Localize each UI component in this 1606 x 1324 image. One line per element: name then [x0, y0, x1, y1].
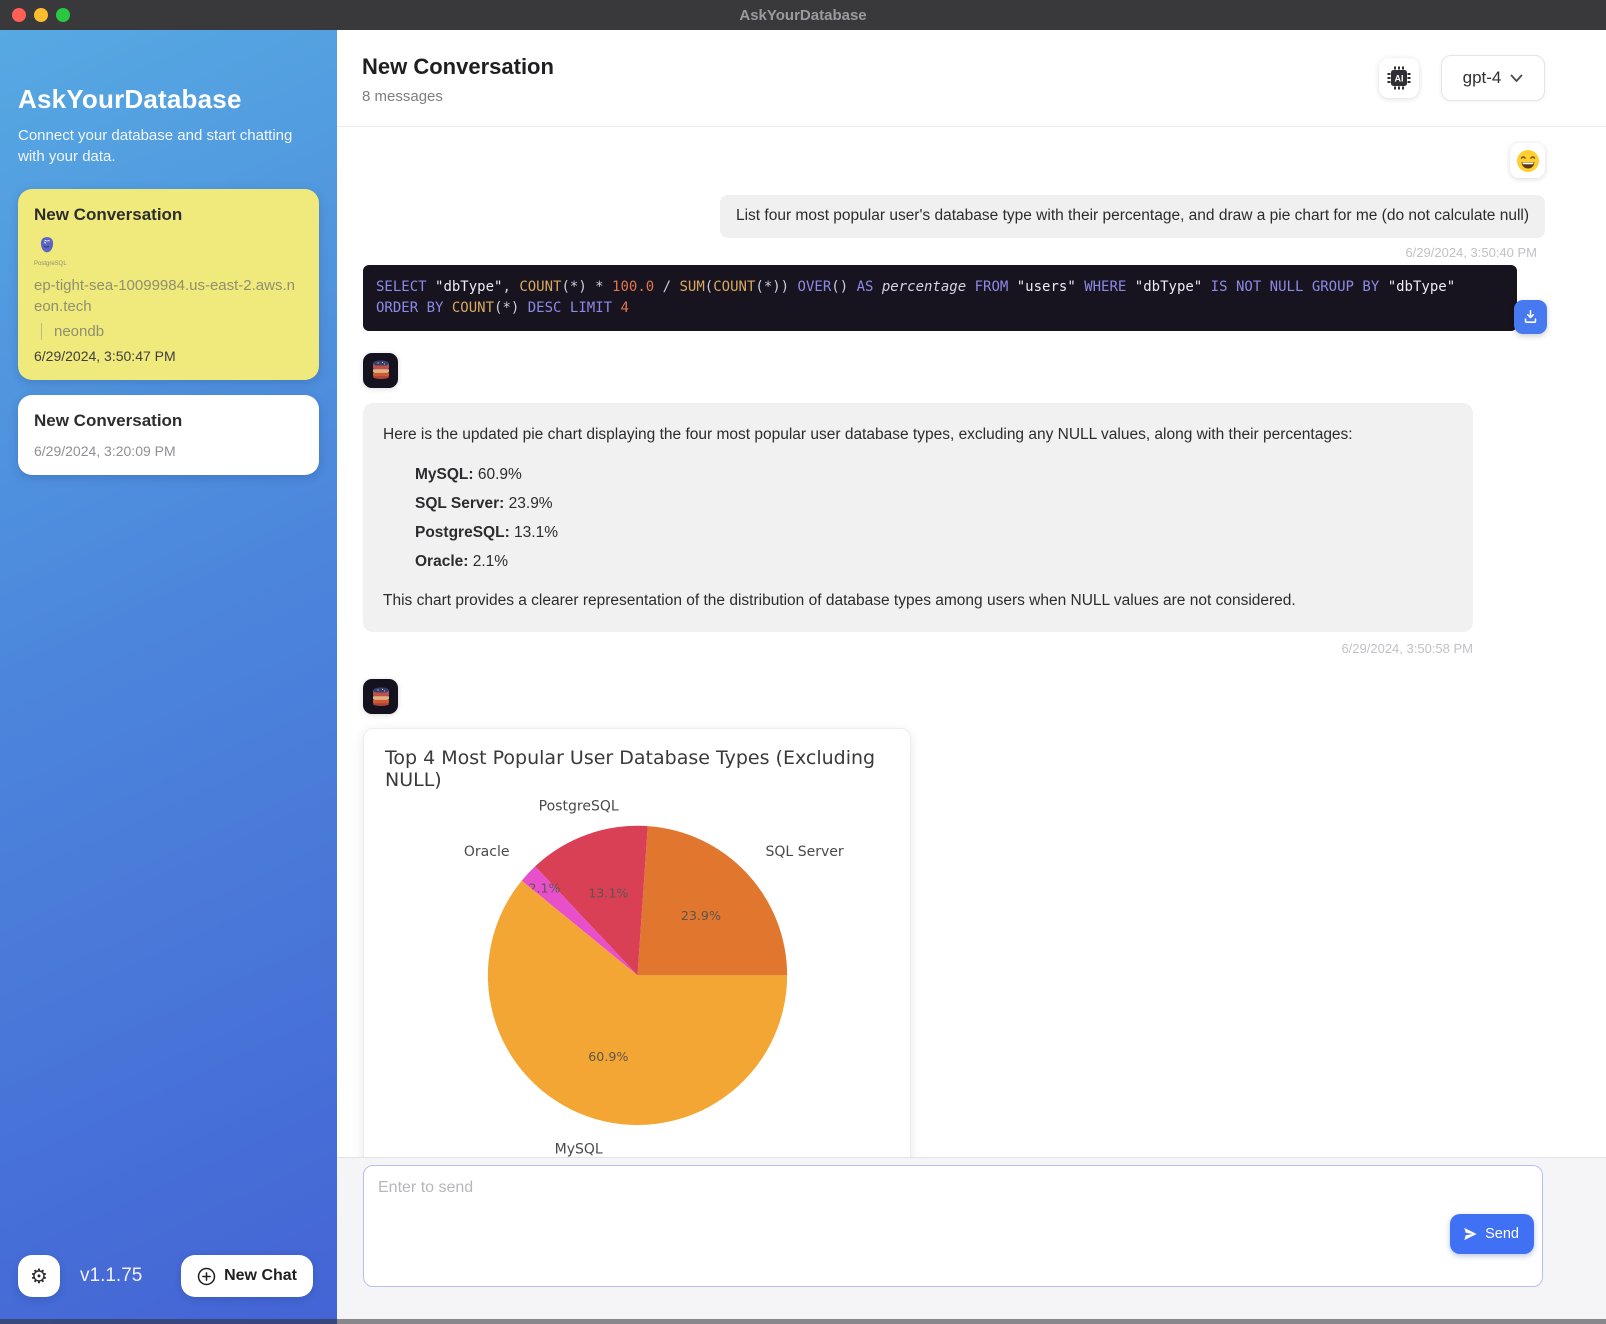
gear-icon: ⚙ [30, 1264, 48, 1289]
new-chat-label: New Chat [224, 1267, 297, 1285]
send-button[interactable]: Send [1450, 1214, 1534, 1254]
conversation-title: New Conversation [34, 411, 303, 431]
pie-chart-card: Top 4 Most Popular User Database Types (… [363, 728, 911, 1157]
message-list[interactable]: List four most popular user's database t… [337, 127, 1606, 1157]
main-panel: New Conversation 8 messages AI [337, 30, 1606, 1324]
assistant-avatar [363, 353, 398, 388]
send-button-label: Send [1485, 1226, 1519, 1242]
assistant-message-bubble: Here is the updated pie chart displaying… [363, 403, 1473, 632]
close-window-button[interactable] [12, 8, 26, 22]
conversation-header-title: New Conversation [362, 54, 554, 80]
settings-button[interactable]: ⚙ [18, 1255, 60, 1297]
minimize-window-button[interactable] [34, 8, 48, 22]
window-title: AskYourDatabase [739, 7, 866, 24]
svg-text:PostgreSQL: PostgreSQL [539, 799, 619, 815]
conversation-title: New Conversation [34, 205, 303, 225]
database-name: neondb [41, 323, 303, 340]
database-stack-icon [369, 685, 393, 709]
user-avatar [1510, 143, 1545, 178]
download-icon [1522, 308, 1539, 325]
sql-message: SELECT "dbType", COUNT(*) * 100.0 / SUM(… [363, 265, 1517, 331]
plus-circle-icon [197, 1267, 216, 1286]
zoom-window-button[interactable] [56, 8, 70, 22]
conversation-timestamp: 6/29/2024, 3:20:09 PM [34, 443, 303, 459]
svg-text:60.9%: 60.9% [588, 1049, 628, 1064]
assistant-avatar [363, 679, 398, 714]
postgresql-icon-caption: PostgreSQL [34, 261, 60, 267]
list-item: Oracle: 2.1% [415, 547, 1453, 576]
assistant-message-intro: Here is the updated pie chart displaying… [383, 424, 1453, 446]
conversation-card-active[interactable]: New Conversation PostgreSQL ep-tight-sea… [18, 189, 319, 380]
list-item: MySQL: 60.9% [415, 460, 1453, 489]
pie-chart-svg: 23.9%SQL Server13.1%PostgreSQL2.1%Oracle… [385, 793, 890, 1157]
user-message-timestamp: 6/29/2024, 3:50:40 PM [1405, 245, 1537, 260]
composer-box: Send [363, 1165, 1543, 1287]
paper-plane-icon [1462, 1226, 1478, 1242]
app-subtitle: Connect your database and start chatting… [18, 125, 298, 167]
postgresql-icon: PostgreSQL [34, 235, 60, 267]
app-window: AskYourDatabase AskYourDatabase Connect … [0, 0, 1606, 1324]
conversation-timestamp: 6/29/2024, 3:50:47 PM [34, 348, 303, 364]
ai-chip-icon: AI [1386, 65, 1412, 91]
assistant-chart-message: Top 4 Most Popular User Database Types (… [363, 728, 911, 1157]
list-item: PostgreSQL: 13.1% [415, 518, 1453, 547]
user-message-bubble: List four most popular user's database t… [720, 195, 1545, 238]
connection-host: ep-tight-sea-10099984.us-east-2.aws.neon… [34, 275, 299, 317]
svg-text:AI: AI [1395, 74, 1404, 84]
app-version: v1.1.75 [80, 1265, 142, 1287]
list-item: SQL Server: 23.9% [415, 489, 1453, 518]
app-title: AskYourDatabase [18, 84, 319, 115]
database-percentages-list: MySQL: 60.9% SQL Server: 23.9% PostgreSQ… [415, 460, 1453, 576]
conversation-card[interactable]: New Conversation 6/29/2024, 3:20:09 PM [18, 395, 319, 475]
message-input[interactable] [364, 1166, 1542, 1286]
assistant-message: Here is the updated pie chart displaying… [363, 403, 1473, 656]
window-bottom-edge [0, 1319, 1606, 1324]
svg-text:MySQL: MySQL [555, 1142, 603, 1157]
smiley-emoji-icon [1516, 149, 1540, 173]
assistant-message-timestamp: 6/29/2024, 3:50:58 PM [1341, 641, 1473, 656]
sidebar: AskYourDatabase Connect your database an… [0, 30, 337, 1324]
titlebar: AskYourDatabase [0, 0, 1606, 30]
svg-text:SQL Server: SQL Server [766, 844, 844, 860]
download-button[interactable] [1514, 300, 1547, 334]
window-controls [12, 8, 70, 22]
conversation-header: New Conversation 8 messages AI [337, 30, 1606, 127]
user-message-text: List four most popular user's database t… [736, 207, 1529, 224]
svg-text:23.9%: 23.9% [681, 908, 721, 923]
svg-text:13.1%: 13.1% [588, 886, 628, 901]
sidebar-bottom-bar: ⚙ v1.1.75 New Chat [18, 1255, 313, 1297]
new-chat-button[interactable]: New Chat [181, 1255, 313, 1297]
pie-chart-title: Top 4 Most Popular User Database Types (… [385, 747, 889, 791]
message-count: 8 messages [362, 88, 554, 105]
composer-area: Send [337, 1157, 1606, 1324]
sql-code-block: SELECT "dbType", COUNT(*) * 100.0 / SUM(… [363, 265, 1517, 331]
ai-settings-button[interactable]: AI [1379, 58, 1419, 98]
svg-text:Oracle: Oracle [464, 844, 510, 860]
chevron-down-icon [1510, 74, 1523, 83]
database-stack-icon [369, 358, 393, 382]
model-selector-value: gpt-4 [1463, 68, 1502, 88]
model-selector[interactable]: gpt-4 [1441, 55, 1545, 101]
assistant-message-outro: This chart provides a clearer representa… [383, 590, 1453, 612]
